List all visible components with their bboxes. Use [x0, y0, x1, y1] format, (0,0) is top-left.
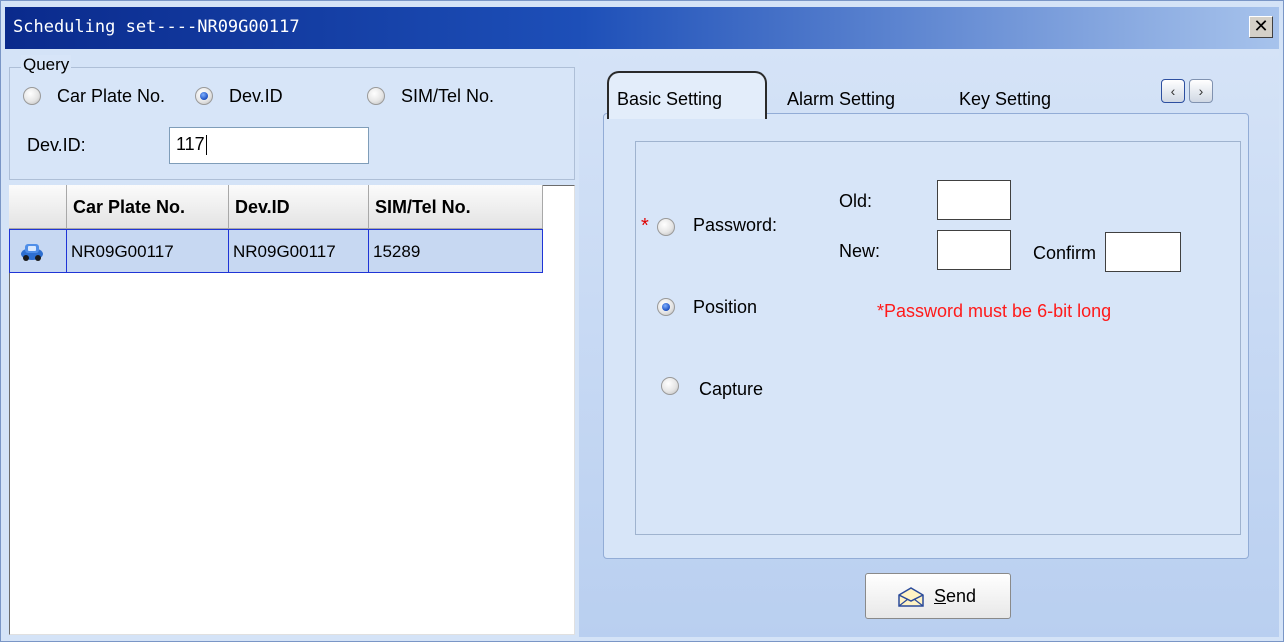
- position-radio[interactable]: [657, 298, 675, 316]
- title-bar[interactable]: Scheduling set----NR09G00117 ✕: [5, 7, 1279, 49]
- scheduling-set-window: Scheduling set----NR09G00117 ✕ Query Car…: [0, 0, 1284, 642]
- row-car-plate[interactable]: NR09G00117: [67, 229, 229, 273]
- new-password-label: New:: [839, 241, 881, 261]
- close-button[interactable]: ✕: [1249, 16, 1273, 38]
- password-radio-label[interactable]: Password:: [693, 215, 777, 236]
- dev-id-input-value: 117: [176, 134, 205, 154]
- car-icon: [21, 244, 43, 261]
- row-dev-id[interactable]: NR09G00117: [229, 229, 369, 273]
- sim-tel-radio-label[interactable]: SIM/Tel No.: [401, 86, 494, 107]
- window-title: Scheduling set----NR09G00117: [13, 17, 300, 37]
- grid-header-icon-col[interactable]: [9, 185, 67, 229]
- close-icon: ✕: [1253, 16, 1269, 37]
- grid-header-dev-id[interactable]: Dev.ID: [229, 185, 369, 229]
- position-radio-label[interactable]: Position: [693, 297, 757, 318]
- old-password-input[interactable]: [937, 180, 1011, 220]
- send-hotkey: S: [934, 586, 947, 606]
- tab-alarm-setting[interactable]: Alarm Setting: [781, 77, 901, 119]
- envelope-icon: [898, 587, 924, 607]
- dev-id-radio[interactable]: [195, 87, 213, 105]
- password-radio[interactable]: [657, 218, 675, 236]
- row-icon-cell[interactable]: [9, 229, 67, 273]
- tab-basic-setting[interactable]: Basic Setting: [607, 71, 767, 119]
- new-password-input[interactable]: [937, 230, 1011, 270]
- grid-header-car-plate[interactable]: Car Plate No.: [67, 185, 229, 229]
- query-legend: Query: [21, 55, 72, 75]
- car-plate-radio[interactable]: [23, 87, 41, 105]
- required-mark: *: [641, 215, 649, 237]
- dev-id-input[interactable]: 117: [169, 127, 369, 164]
- confirm-password-input[interactable]: [1105, 232, 1181, 272]
- capture-radio[interactable]: [661, 377, 679, 395]
- sim-tel-radio[interactable]: [367, 87, 385, 105]
- send-button[interactable]: Send: [865, 573, 1011, 619]
- capture-radio-label[interactable]: Capture: [699, 379, 763, 400]
- old-password-label: Old:: [839, 191, 873, 211]
- send-button-label: Send: [934, 586, 976, 606]
- confirm-password-label: Confirm: [1033, 243, 1097, 263]
- car-plate-radio-label[interactable]: Car Plate No.: [57, 86, 165, 107]
- chevron-left-icon: ‹: [1170, 83, 1176, 99]
- tab-key-setting[interactable]: Key Setting: [953, 77, 1057, 119]
- tab-scroll-left-button[interactable]: ‹: [1161, 79, 1185, 103]
- password-length-warning: *Password must be 6-bit long: [877, 301, 1112, 321]
- chevron-right-icon: ›: [1198, 83, 1204, 99]
- tab-scroll-right-button[interactable]: ›: [1189, 79, 1213, 103]
- row-sim-tel[interactable]: 15289: [369, 229, 543, 273]
- dev-id-field-label: Dev.ID:: [27, 135, 86, 155]
- send-label-rest: end: [946, 586, 977, 606]
- text-caret: [205, 135, 207, 156]
- dev-id-radio-label[interactable]: Dev.ID: [229, 86, 283, 107]
- grid-header-sim-tel[interactable]: SIM/Tel No.: [369, 185, 543, 229]
